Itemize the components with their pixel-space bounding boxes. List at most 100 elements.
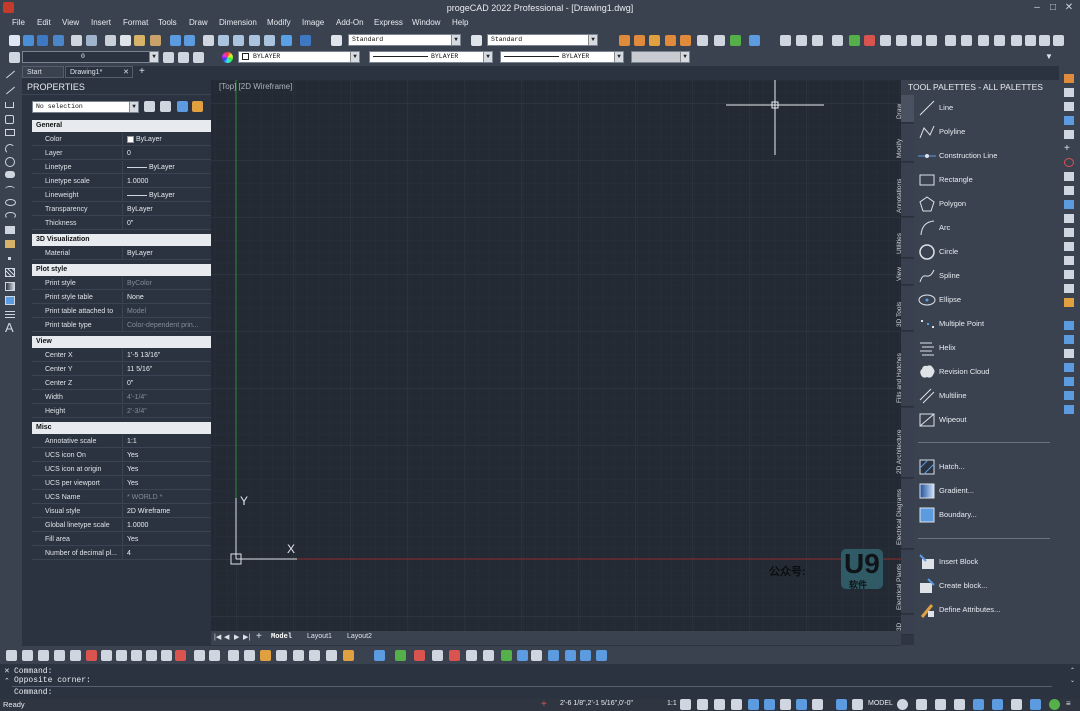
offset-tool-icon[interactable]	[1064, 116, 1074, 125]
snap-none-icon[interactable]	[175, 650, 186, 661]
prop-row[interactable]: Center X 1'-5 13/16"	[32, 349, 228, 362]
text-style-select[interactable]: Standard ▼	[348, 34, 461, 46]
dim-angle-icon[interactable]	[994, 35, 1005, 46]
plotstyle-select[interactable]: ▼	[631, 51, 690, 63]
circle-tool-icon[interactable]	[5, 157, 15, 167]
stretch-tool-icon[interactable]	[1064, 186, 1074, 195]
lweight-status-icon[interactable]	[796, 699, 807, 710]
palette-tab-modify[interactable]: Modify	[896, 124, 914, 162]
break-point-tool-icon[interactable]	[1064, 256, 1074, 265]
prop-row[interactable]: Thickness 0"	[32, 217, 228, 230]
layer-manager-icon[interactable]	[9, 52, 20, 63]
menu-view[interactable]: View	[62, 18, 79, 27]
prop-row[interactable]: Transparency ByLayer	[32, 203, 228, 216]
dim-edit-icon[interactable]	[812, 35, 823, 46]
close-tab-icon[interactable]: ✕	[123, 67, 129, 79]
dim-jog-icon[interactable]	[926, 35, 937, 46]
section-plot-style[interactable]: Plot style▲	[32, 264, 228, 276]
menu-file[interactable]: File	[12, 18, 25, 27]
menu-image[interactable]: Image	[302, 18, 324, 27]
toolbar-overflow-icon[interactable]: ▼	[1045, 52, 1053, 61]
viewport-label[interactable]: [Top] [2D Wireframe]	[219, 82, 292, 91]
snap-status-icon[interactable]	[697, 699, 708, 710]
hatch-tool-icon[interactable]	[5, 268, 15, 277]
trim-tool-icon[interactable]	[1064, 214, 1074, 223]
saveas-icon[interactable]	[53, 35, 64, 46]
tablet-status-icon[interactable]	[812, 699, 823, 710]
prop-row[interactable]: Color ByLayer	[32, 133, 228, 146]
toggle-pickadd-icon[interactable]	[144, 101, 155, 112]
point-tool-icon[interactable]	[8, 257, 11, 260]
anno-visibility-icon[interactable]	[680, 699, 691, 710]
text-style-icon[interactable]	[331, 35, 342, 46]
dim-jogline-icon[interactable]	[1039, 35, 1050, 46]
ucs-3point-icon[interactable]	[309, 650, 320, 661]
section-general[interactable]: General▲	[32, 120, 228, 132]
render-icon[interactable]	[483, 650, 494, 661]
ucs-face-icon[interactable]	[228, 650, 239, 661]
dim-aligned-icon[interactable]	[634, 35, 645, 46]
dim-style2-icon[interactable]	[1011, 35, 1022, 46]
linetype-select[interactable]: BYLAYER ▼	[369, 51, 493, 63]
ucs-origin-icon[interactable]	[276, 650, 287, 661]
maximize-button[interactable]: □	[1046, 2, 1060, 14]
prop-row[interactable]: Visual style 2D Wireframe	[32, 505, 228, 518]
wave-icon[interactable]	[548, 650, 559, 661]
prop-row[interactable]: Center Z 0"	[32, 377, 228, 390]
dim-extra-icon[interactable]	[1053, 35, 1064, 46]
isolate-icon[interactable]	[954, 699, 965, 710]
extend-tool-icon[interactable]	[1064, 228, 1074, 237]
preview-icon[interactable]	[86, 35, 97, 46]
construction-line-tool-icon[interactable]	[5, 86, 16, 95]
section-view[interactable]: View▲	[32, 336, 228, 348]
gradient-tool-icon[interactable]	[5, 282, 15, 291]
lock-ui-icon[interactable]	[916, 699, 927, 710]
prop-row[interactable]: Annotative scale 1:1	[32, 435, 228, 448]
add-layout-button[interactable]: +	[256, 631, 262, 642]
command-input[interactable]: Command:	[14, 688, 52, 697]
menu-window[interactable]: Window	[412, 18, 440, 27]
hardware-accel-icon[interactable]	[935, 699, 946, 710]
prop-row[interactable]: Center Y 11 5/16"	[32, 363, 228, 376]
menu-express[interactable]: Express	[374, 18, 403, 27]
palette-tab-annotations[interactable]: Annotations	[896, 163, 914, 217]
ellipse-arc-tool-icon[interactable]	[5, 212, 16, 219]
edit-text-tool-icon[interactable]	[1064, 405, 1074, 414]
paste-icon[interactable]	[134, 35, 145, 46]
vp-globe-icon[interactable]	[395, 650, 406, 661]
chamfer-tool-icon[interactable]	[1064, 270, 1074, 279]
ucs-world-icon[interactable]	[194, 650, 205, 661]
erase-tool-icon[interactable]	[1064, 74, 1074, 83]
break-tool-icon[interactable]	[1064, 242, 1074, 251]
model-space-toggle[interactable]: MODEL	[868, 700, 893, 707]
snap-midpoint-icon[interactable]	[22, 650, 33, 661]
minimize-button[interactable]: –	[1030, 2, 1044, 14]
new-tab-button[interactable]: +	[135, 66, 149, 78]
ucs-y-icon[interactable]	[343, 650, 354, 661]
tolerance-icon[interactable]	[780, 35, 791, 46]
quickprop-status-icon[interactable]	[852, 699, 863, 710]
palette-tab-utilities[interactable]: Utilities	[896, 218, 914, 258]
mirror-tool-icon[interactable]	[1064, 102, 1074, 111]
copy-icon[interactable]	[120, 35, 131, 46]
matchprop-icon[interactable]	[150, 35, 161, 46]
notification-icon[interactable]	[992, 699, 1003, 710]
dim-style-icon[interactable]	[471, 35, 482, 46]
snap-intersection-icon[interactable]	[38, 650, 49, 661]
save-icon[interactable]	[37, 35, 48, 46]
quick-select-icon[interactable]	[177, 101, 188, 112]
ortho-status-icon[interactable]	[731, 699, 742, 710]
command-close-icon[interactable]: ✕	[4, 667, 10, 675]
section-3d-visualization[interactable]: 3D Visualization▲	[32, 234, 228, 246]
dim-reassoc-icon[interactable]	[978, 35, 989, 46]
center-mark-icon[interactable]	[796, 35, 807, 46]
qdim-icon[interactable]	[880, 35, 891, 46]
snap-tangent-icon[interactable]	[116, 650, 127, 661]
dim-radius-icon[interactable]	[665, 35, 676, 46]
arc-tool-icon[interactable]	[5, 144, 15, 154]
explode-tool-icon[interactable]	[1064, 298, 1074, 307]
prop-row[interactable]: Lineweight ByLayer	[32, 189, 228, 202]
prop-row[interactable]: Linetype scale 1.0000	[32, 175, 228, 188]
workspace-gear-icon[interactable]	[897, 699, 908, 710]
command-settings-icon[interactable]: ⌃	[4, 677, 10, 685]
